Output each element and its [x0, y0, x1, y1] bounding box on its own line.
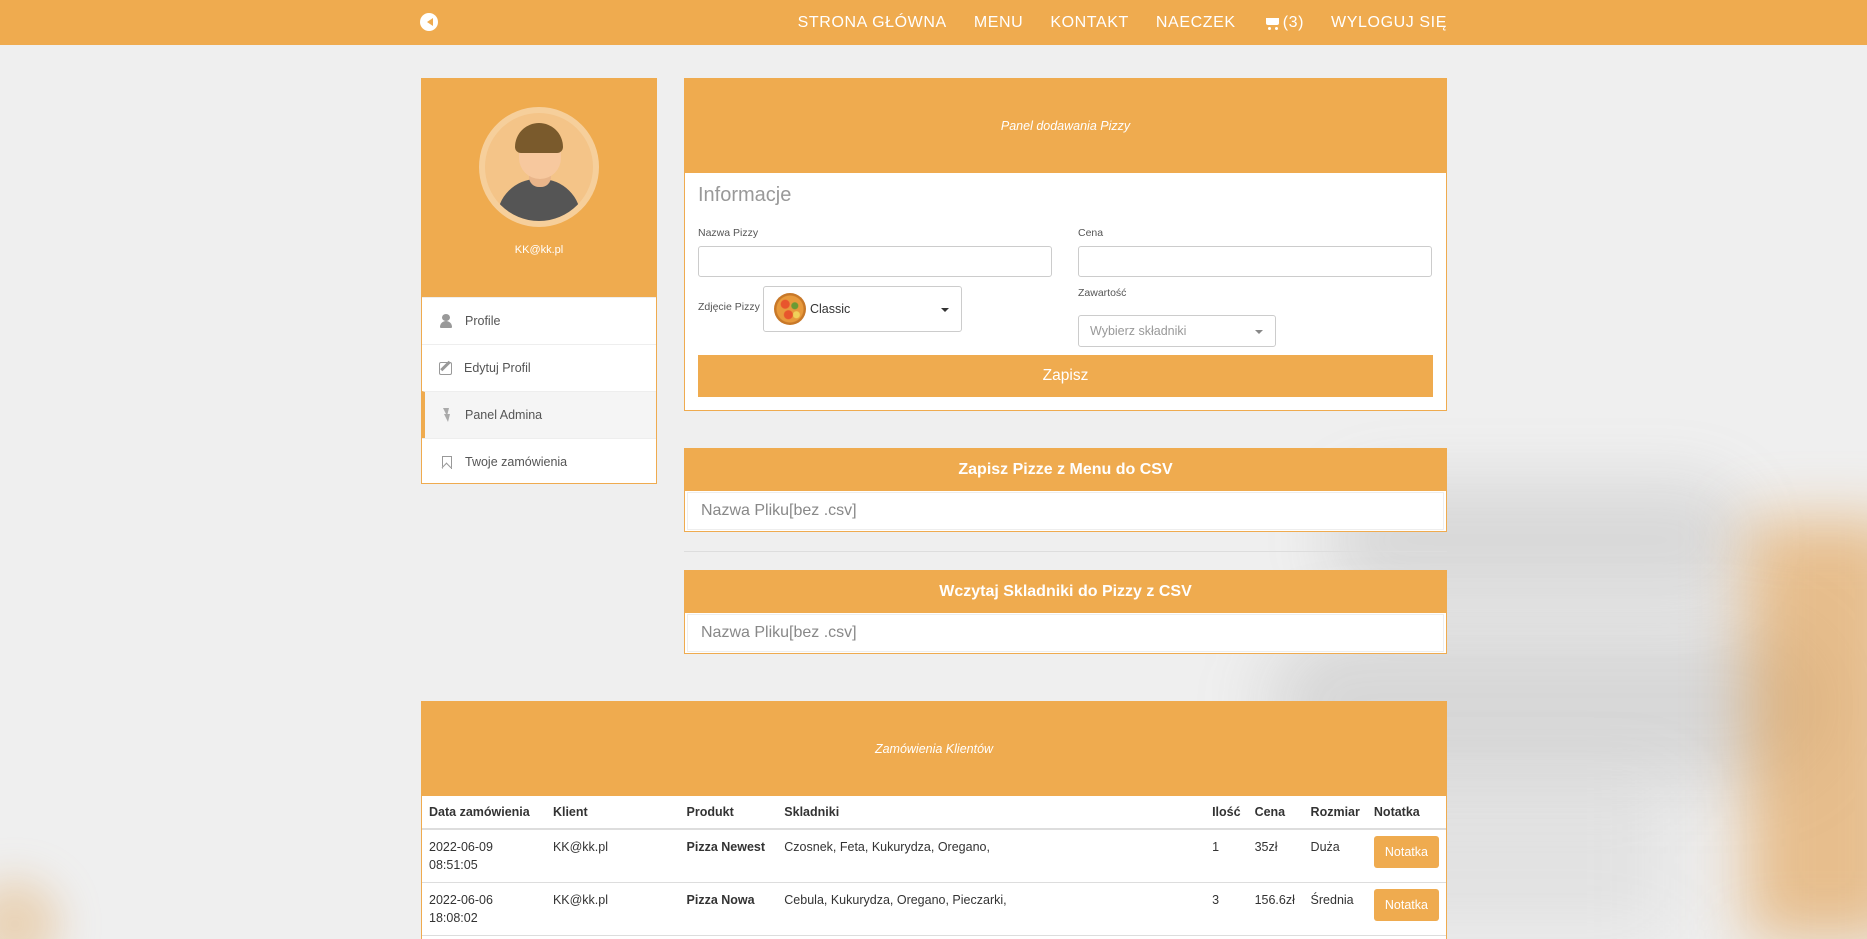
order-size: Duża: [1303, 829, 1367, 883]
nav-link-menu[interactable]: MENU: [974, 14, 1024, 32]
order-client: KK@kk.pl: [545, 829, 680, 883]
bookmark-icon: [439, 455, 453, 469]
top-navbar: STRONA GŁÓWNA MENU KONTAKT NAECZEK (3) W…: [0, 0, 1867, 45]
csv-export-header[interactable]: Zapisz Pizze z Menu do CSV: [685, 449, 1446, 491]
order-ingredients: Czosnek, Feta, Kukurydza, Oregano,: [777, 829, 1206, 883]
column-header: Klient: [545, 796, 680, 830]
profile-card: KK@kk.pl Profile Edytuj Profil Panel Adm…: [421, 78, 657, 484]
pizza-image-label: Zdjęcie Pizzy: [698, 301, 760, 313]
divider: [684, 551, 1447, 552]
orders-banner: Zamówienia Klientów: [422, 702, 1446, 796]
pizza-name-label: Nazwa Pizzy: [698, 227, 759, 239]
order-product: Pizza Nowa: [679, 882, 778, 936]
table-row: 2022-06-06 18:08:02 KK@kk.pl Pizza Nowa C…: [422, 882, 1446, 936]
nav-link-naeczek[interactable]: NAECZEK: [1156, 14, 1236, 32]
section-title: Informacje: [698, 184, 792, 206]
order-product: Pizza Newest: [679, 829, 778, 883]
sidebar-item-label: Panel Admina: [465, 408, 543, 422]
caret-down-icon: [1255, 330, 1263, 334]
table-header-row: Data zamówienia Klient Produkt Skladniki…: [422, 796, 1446, 830]
orders-table: Data zamówienia Klient Produkt Skladniki…: [422, 796, 1446, 936]
cart-count: (3): [1282, 13, 1305, 31]
ingredients-multiselect[interactable]: Wybierz składniki: [1078, 315, 1276, 347]
order-qty: 1: [1205, 829, 1248, 883]
csv-import-header[interactable]: Wczytaj Skladniki do Pizzy z CSV: [685, 571, 1446, 613]
pizza-image-select[interactable]: Classic: [763, 286, 962, 332]
background-decoration-left: [0, 879, 60, 939]
order-note-cell: Notatka: [1366, 829, 1446, 883]
order-note-cell: Notatka: [1366, 882, 1446, 936]
avatar: [479, 107, 599, 227]
order-date: 2022-06-09 08:51:05: [422, 829, 546, 883]
column-header: Produkt: [679, 796, 778, 830]
note-button[interactable]: Notatka: [1373, 889, 1439, 921]
column-header: Rozmiar: [1303, 796, 1367, 830]
column-header: Notatka: [1366, 796, 1446, 830]
order-size: Średnia: [1303, 882, 1367, 936]
note-button[interactable]: Notatka: [1373, 836, 1439, 868]
nav-link-logout[interactable]: WYLOGUJ SIĘ: [1331, 14, 1447, 32]
caret-down-icon: [941, 308, 949, 312]
csv-export-filename-input[interactable]: Nazwa Pliku[bez .csv]: [687, 492, 1444, 530]
pizza-form-panel: Panel dodawania Pizzy Informacje Nazwa P…: [684, 78, 1447, 411]
logo-icon[interactable]: [420, 13, 438, 31]
csv-import-filename-input[interactable]: Nazwa Pliku[bez .csv]: [687, 614, 1444, 652]
price-label: Cena: [1078, 227, 1104, 239]
edit-icon: [439, 361, 452, 375]
order-qty: 3: [1205, 882, 1248, 936]
pizza-image-selected: Classic: [810, 302, 851, 316]
column-header: Cena: [1247, 796, 1304, 830]
nav-link-home[interactable]: STRONA GŁÓWNA: [798, 14, 947, 32]
column-header: Data zamówienia: [422, 796, 546, 830]
sidebar-item-admin-panel[interactable]: Panel Admina: [422, 391, 656, 438]
price-input[interactable]: [1078, 246, 1432, 277]
nav-links: STRONA GŁÓWNA MENU KONTAKT NAECZEK (3) W…: [798, 0, 1447, 45]
bolt-icon: [439, 408, 453, 422]
column-header: Skladniki: [777, 796, 1206, 830]
sidebar-item-label: Edytuj Profil: [464, 361, 531, 375]
table-row: 2022-06-09 08:51:05 KK@kk.pl Pizza Newest…: [422, 829, 1446, 883]
sidebar-item-orders[interactable]: Twoje zamówienia: [422, 438, 656, 485]
sidebar-item-label: Profile: [465, 314, 501, 328]
user-icon: [439, 314, 453, 328]
sidebar-item-edit-profile[interactable]: Edytuj Profil: [422, 344, 656, 391]
ingredients-placeholder: Wybierz składniki: [1090, 324, 1187, 338]
sidebar-item-label: Twoje zamówienia: [465, 455, 568, 469]
order-ingredients: Cebula, Kukurydza, Oregano, Pieczarki,: [777, 882, 1206, 936]
sidebar-item-profile[interactable]: Profile: [422, 297, 656, 344]
nav-link-contact[interactable]: KONTAKT: [1050, 14, 1129, 32]
pizza-name-input[interactable]: [698, 246, 1052, 277]
nav-link-cart[interactable]: (3): [1263, 14, 1304, 32]
contents-label: Zawartość: [1078, 287, 1127, 299]
profile-header: KK@kk.pl: [422, 79, 656, 297]
order-price: 156.6zł: [1247, 882, 1304, 936]
pizza-thumbnail: [774, 293, 806, 325]
column-header: Ilość: [1205, 796, 1248, 830]
save-button[interactable]: Zapisz: [698, 355, 1433, 397]
orders-panel: Zamówienia Klientów Data zamówienia Klie…: [421, 701, 1447, 939]
order-client: KK@kk.pl: [545, 882, 680, 936]
csv-import-panel: Wczytaj Skladniki do Pizzy z CSV Nazwa P…: [684, 570, 1447, 654]
profile-email: KK@kk.pl: [514, 244, 564, 256]
panel-banner: Panel dodawania Pizzy: [685, 79, 1446, 173]
csv-export-panel: Zapisz Pizze z Menu do CSV Nazwa Pliku[b…: [684, 448, 1447, 532]
order-price: 35zł: [1247, 829, 1304, 883]
cart-icon: [1263, 16, 1281, 30]
order-date: 2022-06-06 18:08:02: [422, 882, 546, 936]
